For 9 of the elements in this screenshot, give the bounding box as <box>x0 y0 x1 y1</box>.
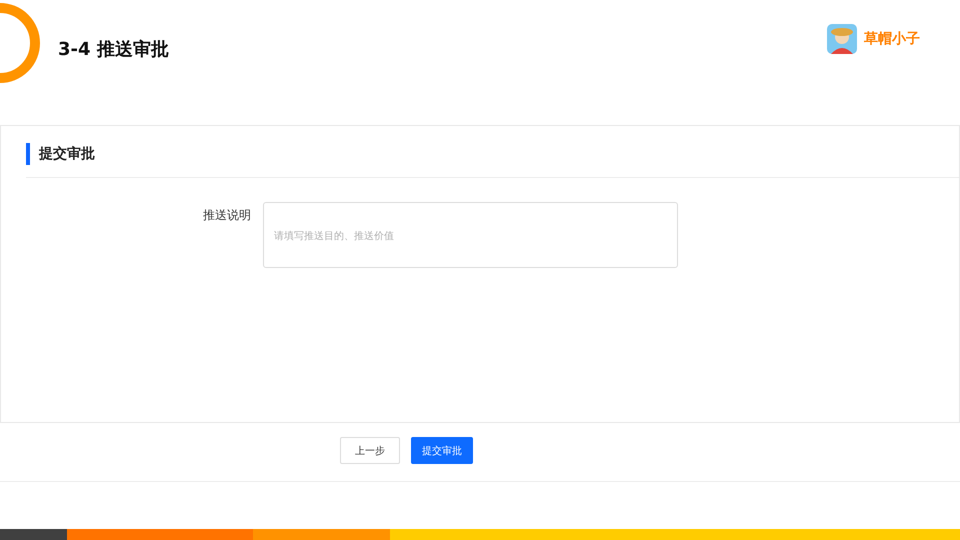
accent-bar <box>26 143 30 165</box>
section-title: 提交审批 <box>39 145 95 163</box>
field-label: 推送说明 <box>202 207 251 224</box>
brand-name: 草帽小子 <box>864 30 920 48</box>
back-button[interactable]: 上一步 <box>340 437 400 464</box>
avatar-icon <box>827 24 857 54</box>
text-area[interactable]: 请填写推送目的、推送价值 <box>263 202 678 268</box>
submit-button[interactable]: 提交审批 <box>411 437 473 464</box>
slide-title: 3-4 推送审批 <box>58 38 169 61</box>
